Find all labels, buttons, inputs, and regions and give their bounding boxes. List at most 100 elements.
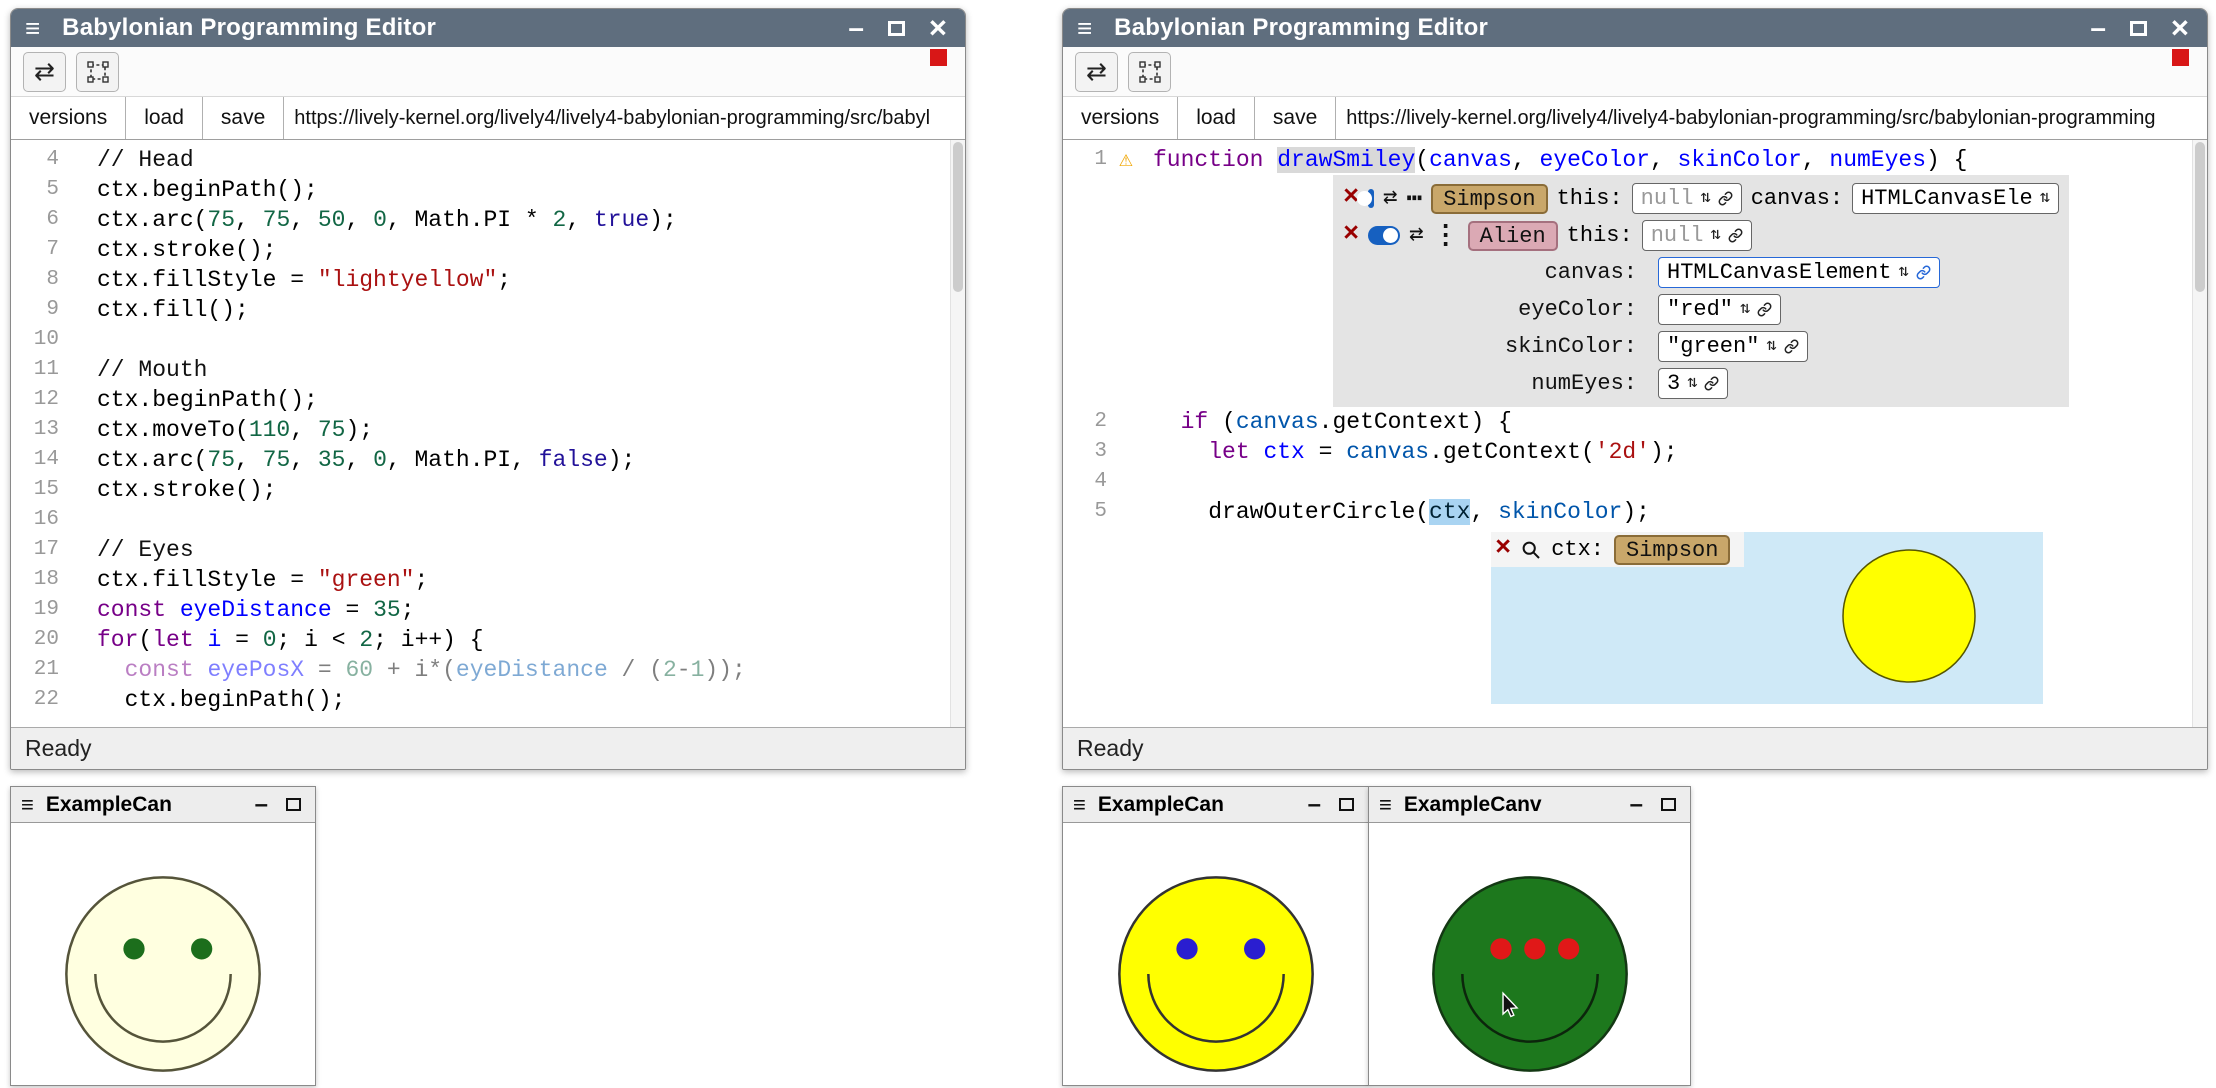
minimize-button[interactable]: – <box>1630 797 1643 813</box>
code-line[interactable]: 12ctx.beginPath(); <box>11 385 965 415</box>
link-icon[interactable] <box>1728 228 1743 243</box>
maximize-button[interactable] <box>2130 21 2147 36</box>
code-line[interactable]: 19const eyeDistance = 35; <box>11 595 965 625</box>
minimize-button[interactable]: – <box>848 18 864 38</box>
link-icon[interactable] <box>1718 191 1733 206</box>
scrollbar[interactable] <box>950 140 965 727</box>
stepper-icon[interactable]: ⇅ <box>1700 190 1710 207</box>
migrate-examples-button[interactable]: ⇄ <box>1075 52 1118 92</box>
code-line[interactable]: 9ctx.fill(); <box>11 295 965 325</box>
url-field[interactable]: https://lively-kernel.org/lively4/lively… <box>284 97 965 139</box>
line-number: 6 <box>11 205 75 235</box>
titlebar[interactable]: ≡ ExampleCan – <box>11 787 315 823</box>
maximize-button[interactable] <box>1339 798 1354 811</box>
code-line[interactable]: 5ctx.beginPath(); <box>11 175 965 205</box>
example-canvas[interactable] <box>11 823 315 1085</box>
stepper-icon[interactable]: ⇅ <box>1898 264 1908 281</box>
link-icon[interactable] <box>1704 376 1719 391</box>
example-badge-alien[interactable]: Alien <box>1468 221 1558 251</box>
versions-button[interactable]: versions <box>11 97 126 139</box>
titlebar[interactable]: ≡ ExampleCanv – <box>1369 787 1690 823</box>
probe-badge-simpson[interactable]: Simpson <box>1614 535 1730 565</box>
swap-arrows-icon[interactable]: ⇄ <box>1383 187 1397 211</box>
code-line[interactable]: 1⚠function drawSmiley(canvas, eyeColor, … <box>1063 145 2207 175</box>
maximize-button[interactable] <box>888 21 905 36</box>
magnifier-icon[interactable] <box>1521 540 1541 560</box>
code-line[interactable]: 15ctx.stroke(); <box>11 475 965 505</box>
stepper-icon[interactable]: ⇅ <box>1766 338 1776 355</box>
window-menu-icon[interactable]: ≡ <box>21 794 34 816</box>
code-line[interactable]: 21 const eyePosX = 60 + i*(eyeDistance /… <box>11 655 965 685</box>
value-box-canvas[interactable]: HTMLCanvasEle ⇅ <box>1852 183 2059 214</box>
stepper-icon[interactable]: ⇅ <box>2040 190 2050 207</box>
save-button[interactable]: save <box>203 97 284 139</box>
titlebar[interactable]: ≡ Babylonian Programming Editor – × <box>11 9 965 47</box>
code-line[interactable]: 18ctx.fillStyle = "green"; <box>11 565 965 595</box>
code-line[interactable]: 3 let ctx = canvas.getContext('2d'); <box>1063 437 2207 467</box>
code-line[interactable]: 16 <box>11 505 965 535</box>
save-button[interactable]: save <box>1255 97 1336 139</box>
link-icon[interactable] <box>1916 265 1931 280</box>
code-line[interactable]: 10 <box>11 325 965 355</box>
code-line[interactable]: 22 ctx.beginPath(); <box>11 685 965 715</box>
swap-arrows-icon[interactable]: ⇄ <box>1409 224 1423 248</box>
close-button[interactable]: × <box>2171 16 2189 40</box>
code-editor[interactable]: 4// Head5ctx.beginPath();6ctx.arc(75, 75… <box>11 140 965 727</box>
code-line[interactable]: 4 <box>1063 467 2207 497</box>
migrate-examples-button[interactable]: ⇄ <box>23 52 66 92</box>
example-badge-simpson[interactable]: Simpson <box>1431 184 1547 214</box>
code-line[interactable]: 20for(let i = 0; i < 2; i++) { <box>11 625 965 655</box>
link-icon[interactable] <box>1784 339 1799 354</box>
value-box[interactable]: "red" ⇅ <box>1658 294 1781 325</box>
code-editor[interactable]: 1⚠function drawSmiley(canvas, eyeColor, … <box>1063 140 2207 727</box>
titlebar[interactable]: ≡ ExampleCan – <box>1063 787 1368 823</box>
value-box-this[interactable]: null ⇅ <box>1632 183 1742 214</box>
maximize-button[interactable] <box>286 798 301 811</box>
value-box[interactable]: HTMLCanvasElement ⇅ <box>1658 257 1940 288</box>
stepper-icon[interactable]: ⇅ <box>1740 301 1750 318</box>
load-button[interactable]: load <box>1178 97 1255 139</box>
scrollbar-thumb[interactable] <box>953 142 963 292</box>
example-canvas[interactable] <box>1063 823 1368 1085</box>
code-line[interactable]: 14ctx.arc(75, 75, 35, 0, Math.PI, false)… <box>11 445 965 475</box>
minimize-button[interactable]: – <box>255 797 268 813</box>
url-field[interactable]: https://lively-kernel.org/lively4/lively… <box>1336 97 2207 139</box>
code-line[interactable]: 5 drawOuterCircle(ctx, skinColor); <box>1063 497 2207 527</box>
scrollbar[interactable] <box>2192 140 2207 727</box>
code-line[interactable]: 2 if (canvas.getContext) { <box>1063 407 2207 437</box>
minimize-button[interactable]: – <box>1308 797 1321 813</box>
code-line[interactable]: 6ctx.arc(75, 75, 50, 0, Math.PI * 2, tru… <box>11 205 965 235</box>
minimize-button[interactable]: – <box>2090 18 2106 38</box>
delete-example-icon[interactable]: × <box>1343 222 1359 249</box>
delete-probe-icon[interactable]: × <box>1495 536 1511 563</box>
menu-dots-icon[interactable]: ⋯ <box>1407 190 1423 208</box>
versions-button[interactable]: versions <box>1063 97 1178 139</box>
scrollbar-thumb[interactable] <box>2195 142 2205 292</box>
stepper-icon[interactable]: ⇅ <box>1711 227 1721 244</box>
maximize-button[interactable] <box>1661 798 1676 811</box>
titlebar[interactable]: ≡ Babylonian Programming Editor – × <box>1063 9 2207 47</box>
window-menu-icon[interactable]: ≡ <box>1077 15 1092 41</box>
link-icon[interactable] <box>1757 302 1772 317</box>
window-menu-icon[interactable]: ≡ <box>1073 794 1086 816</box>
window-menu-icon[interactable]: ≡ <box>1379 794 1392 816</box>
load-button[interactable]: load <box>126 97 203 139</box>
selection-tool-button[interactable] <box>1128 52 1171 92</box>
example-toggle-icon[interactable] <box>1368 226 1400 245</box>
window-menu-icon[interactable]: ≡ <box>25 15 40 41</box>
selection-tool-button[interactable] <box>76 52 119 92</box>
value-box-this[interactable]: null ⇅ <box>1642 220 1752 251</box>
close-button[interactable]: × <box>929 16 947 40</box>
menu-dots-icon[interactable]: ⋮ <box>1433 227 1459 245</box>
example-toggle-icon[interactable] <box>1368 189 1374 208</box>
code-line[interactable]: 11// Mouth <box>11 355 965 385</box>
example-canvas[interactable] <box>1369 823 1690 1085</box>
value-box[interactable]: 3 ⇅ <box>1658 368 1728 399</box>
code-line[interactable]: 7ctx.stroke(); <box>11 235 965 265</box>
code-line[interactable]: 4// Head <box>11 145 965 175</box>
value-box[interactable]: "green" ⇅ <box>1658 331 1808 362</box>
code-line[interactable]: 8ctx.fillStyle = "lightyellow"; <box>11 265 965 295</box>
code-line[interactable]: 13ctx.moveTo(110, 75); <box>11 415 965 445</box>
code-line[interactable]: 17// Eyes <box>11 535 965 565</box>
stepper-icon[interactable]: ⇅ <box>1687 375 1697 392</box>
